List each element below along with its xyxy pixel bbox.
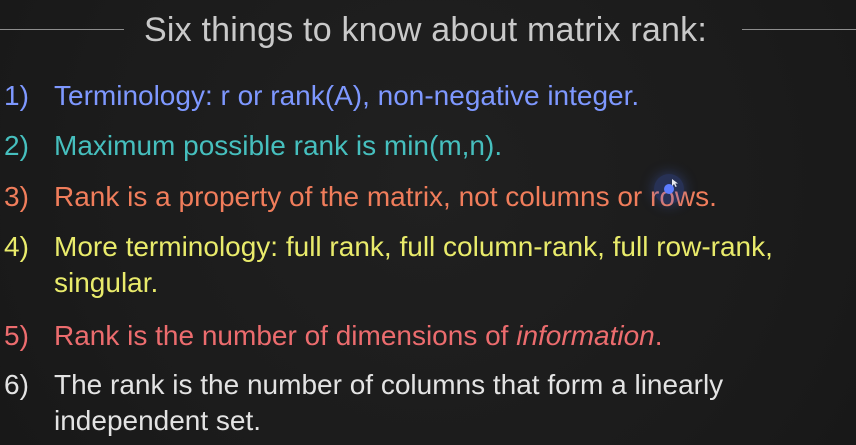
list-item-number: 6) bbox=[4, 369, 29, 400]
list-item-text-before-emphasis: Rank is the number of dimensions of bbox=[54, 320, 517, 351]
slide-title-row: Six things to know about matrix rank: bbox=[0, 2, 856, 58]
list-item-emphasis: information bbox=[516, 320, 655, 351]
list-item-text: Rank is the number of dimensions of info… bbox=[54, 318, 856, 354]
slide-canvas: Six things to know about matrix rank: 1)… bbox=[0, 0, 856, 445]
list-item-number: 5) bbox=[4, 320, 29, 351]
list-item-text: Rank is a property of the matrix, not co… bbox=[54, 181, 717, 212]
list-item-number: 4) bbox=[4, 231, 29, 262]
list-item-text-line-1: The rank is the number of columns that f… bbox=[54, 369, 724, 400]
list-item-text-line-2: singular. bbox=[54, 267, 159, 298]
title-rule-right bbox=[742, 29, 856, 30]
list-item-text: Maximum possible rank is min(m,n). bbox=[54, 130, 503, 161]
list-item-4: 4) More terminology: full rank, full col… bbox=[0, 229, 856, 301]
list-item-text: Terminology: r or rank(A), non-negative … bbox=[54, 80, 640, 111]
list-item-number: 1) bbox=[4, 80, 29, 111]
list-item-text-line-1: More terminology: full rank, full column… bbox=[54, 231, 773, 262]
title-rule-left bbox=[0, 29, 124, 30]
slide-title: Six things to know about matrix rank: bbox=[144, 11, 707, 49]
list-item-text-line-2: independent set. bbox=[54, 405, 262, 436]
list-item-text-after-emphasis: . bbox=[654, 320, 663, 351]
pointer-arrow-icon bbox=[672, 179, 678, 187]
rank-facts-list: 1) Terminology: r or rank(A), non-negati… bbox=[0, 78, 856, 445]
list-item-number: 2) bbox=[4, 130, 29, 161]
list-item-number: 3) bbox=[4, 181, 29, 212]
list-item-6: 6) The rank is the number of columns tha… bbox=[0, 367, 856, 439]
